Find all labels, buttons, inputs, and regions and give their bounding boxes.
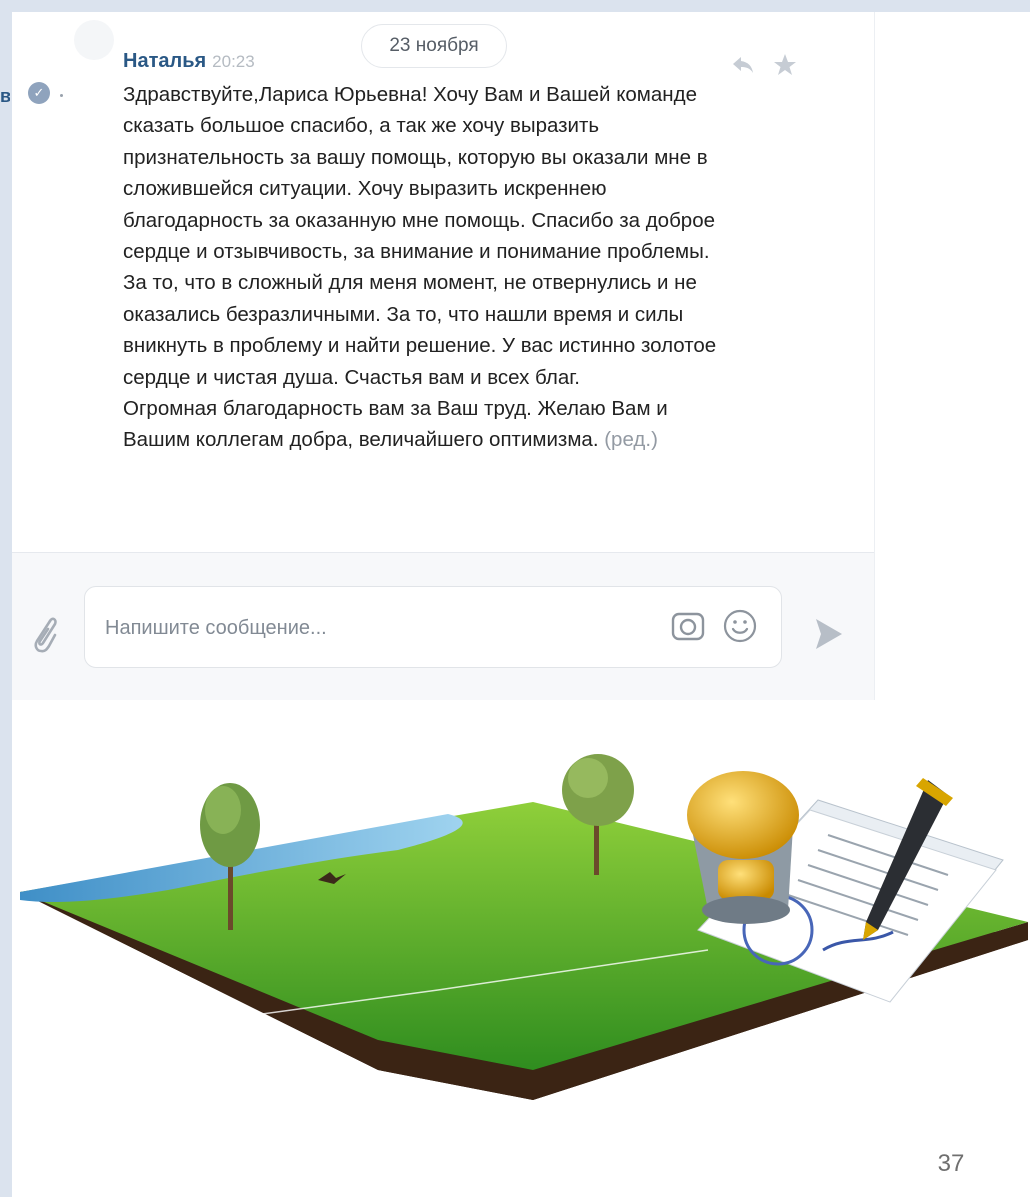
message-line: благодарность за оказанную мне помощь. С… — [123, 208, 716, 232]
land-plot-illustration — [18, 740, 1030, 1140]
message-actions — [730, 52, 798, 78]
message: Наталья 20:23 Здравствуйте,Лариса Юрьевна… — [123, 48, 763, 456]
message-line: Здравствуйте,Лариса Юрьевна! Хочу Вам и … — [123, 83, 697, 106]
message-line: Огромная благодарность вам за Ваш труд. … — [123, 397, 668, 421]
checkmark-icon: ✓ — [28, 82, 50, 104]
message-line: вникнуть в проблему и найти решение. У в… — [123, 334, 717, 358]
star-icon[interactable] — [772, 52, 798, 78]
avatar — [74, 20, 114, 60]
chat-window: ✓ 23 ноября Наталья 20:23 Здравствуйте,Ла… — [12, 12, 875, 700]
smile-icon[interactable] — [722, 608, 758, 644]
message-line-last: Вашим коллегам добра, величайшего оптими… — [123, 424, 763, 455]
paperclip-icon[interactable] — [28, 611, 58, 657]
message-header: Наталья 20:23 — [123, 48, 763, 75]
send-icon[interactable] — [812, 615, 844, 653]
message-line: сердце и чистая душа. Счастья вам и всех… — [123, 365, 580, 389]
camera-icon[interactable] — [668, 606, 708, 646]
separator-dot — [60, 94, 63, 97]
edited-mark[interactable]: (ред.) — [604, 428, 658, 451]
message-line: сложившейся ситуации. Хочу выразить искр… — [123, 177, 607, 201]
message-line: сказать большое спасибо, а так же хочу в… — [123, 114, 600, 138]
message-line: признательность за вашу помощь, которую … — [123, 145, 708, 169]
cut-off-letter: в — [0, 86, 10, 106]
message-line: За то, что в сложный для меня момент, не… — [123, 271, 697, 295]
message-body: Здравствуйте,Лариса Юрьевна! Хочу Вам и … — [123, 79, 763, 456]
message-line: оказались безразличными. За то, что нашл… — [123, 302, 684, 326]
message-composer — [84, 586, 782, 668]
slide-left-band — [0, 0, 12, 1197]
composer-area — [12, 552, 874, 700]
page-number: 37 — [937, 1150, 965, 1177]
message-time[interactable]: 20:23 — [212, 52, 255, 71]
message-line-text: Вашим коллегам добра, величайшего оптими… — [123, 428, 599, 452]
message-line: сердце и отзывчивость, за внимание и пон… — [123, 240, 710, 264]
reply-icon[interactable] — [730, 52, 756, 78]
slide-top-band — [0, 0, 1030, 12]
message-input[interactable] — [103, 607, 647, 649]
sender-name[interactable]: Наталья — [123, 50, 206, 72]
